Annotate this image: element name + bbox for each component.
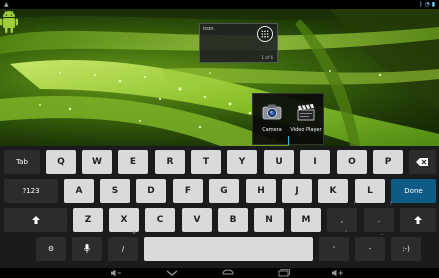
bluetooth-icon: ᛒ [418,1,423,8]
key-q[interactable]: Q [46,150,76,174]
backspace-key[interactable] [409,150,436,174]
camera-icon [262,104,282,120]
onscreen-keyboard: Tab Q W E R T Y U I O P ?123 A S D F G H… [0,146,439,268]
comma-label: , [340,216,344,224]
symbols-key[interactable]: ?123 [4,179,58,203]
period-key[interactable]: . ? [364,201,394,232]
key-z[interactable]: Z [73,208,103,232]
key-j[interactable]: J [282,179,312,203]
key-y[interactable]: Y [227,150,257,174]
tablet-screen: ▲ ᛒ ◔ ▮ icon. 1 of 6 Camera Video Player… [0,0,439,278]
volume-down-icon[interactable] [110,268,122,278]
dash-hint: _ [381,230,383,235]
all-apps-button[interactable] [257,26,273,42]
key-m[interactable]: M [291,208,321,232]
back-icon[interactable] [165,268,179,278]
smiley-key[interactable]: :-) [391,237,421,261]
key-s[interactable]: S [100,179,130,203]
apostrophe-key[interactable]: ' " [319,230,349,261]
done-key[interactable]: Done [391,179,436,203]
widget-label: icon. [203,26,215,32]
key-g[interactable]: G [209,179,239,203]
popup-app-label: Video Player [290,127,322,133]
key-t[interactable]: T [191,150,221,174]
key-h[interactable]: H [246,179,276,203]
comma-key[interactable]: , ! [327,201,357,232]
app-suggestion-popup: Camera Video Player [252,93,324,145]
backspace-icon [416,158,428,166]
slash-label: / [121,245,125,253]
dash-label: - [368,245,372,253]
shift-icon [414,216,422,224]
slash-hint: @ [132,229,136,234]
text-cursor [288,136,289,145]
settings-key[interactable]: ⚙ [36,237,66,261]
key-v[interactable]: V [182,208,212,232]
microphone-icon [84,244,90,253]
key-d[interactable]: D [136,179,166,203]
key-e[interactable]: E [118,150,148,174]
clapperboard-icon [297,104,315,121]
tab-key[interactable]: Tab [4,150,40,174]
key-o[interactable]: O [337,150,367,174]
key-a[interactable]: A [64,179,94,203]
status-bar: ▲ ᛒ ◔ ▮ [0,0,439,9]
shift-key-left[interactable] [4,208,67,232]
spacebar[interactable] [144,237,313,261]
key-r[interactable]: R [155,150,185,174]
period-hint: ? [389,201,392,206]
popup-app-video-player[interactable]: Video Player [289,98,323,138]
home-icon[interactable] [221,268,235,278]
slash-key[interactable]: / @ [108,229,138,261]
key-l[interactable]: L [355,179,385,203]
settings-icon: ⚙ [47,245,55,253]
shift-icon [32,216,40,224]
battery-icon: ▮ [431,1,435,8]
key-b[interactable]: B [218,208,248,232]
popup-app-camera[interactable]: Camera [255,98,289,138]
microphone-key[interactable] [72,237,102,261]
recent-apps-icon[interactable] [277,268,291,278]
shift-key-right[interactable] [400,208,436,232]
dash-key[interactable]: - _ [355,230,385,261]
navigation-bar [0,268,439,278]
wifi-icon: ◔ [424,1,430,8]
comma-hint: ! [353,201,355,206]
key-n[interactable]: N [254,208,284,232]
apostrophe-hint: " [345,230,347,235]
key-w[interactable]: W [82,150,112,174]
period-label: . [377,216,381,224]
android-icon[interactable] [0,9,18,35]
popup-app-label: Camera [262,127,282,133]
grid-dots-icon [261,30,269,38]
widget-page-counter: 1 of 6 [261,55,274,60]
wallpaper: icon. 1 of 6 [0,9,439,146]
apostrophe-label: ' [333,245,335,253]
volume-up-icon[interactable] [331,268,345,278]
key-f[interactable]: F [173,179,203,203]
key-i[interactable]: I [300,150,330,174]
key-u[interactable]: U [264,150,294,174]
key-c[interactable]: C [145,208,175,232]
key-k[interactable]: K [318,179,348,203]
notification-icon[interactable]: ▲ [4,0,9,9]
key-p[interactable]: P [373,150,403,174]
